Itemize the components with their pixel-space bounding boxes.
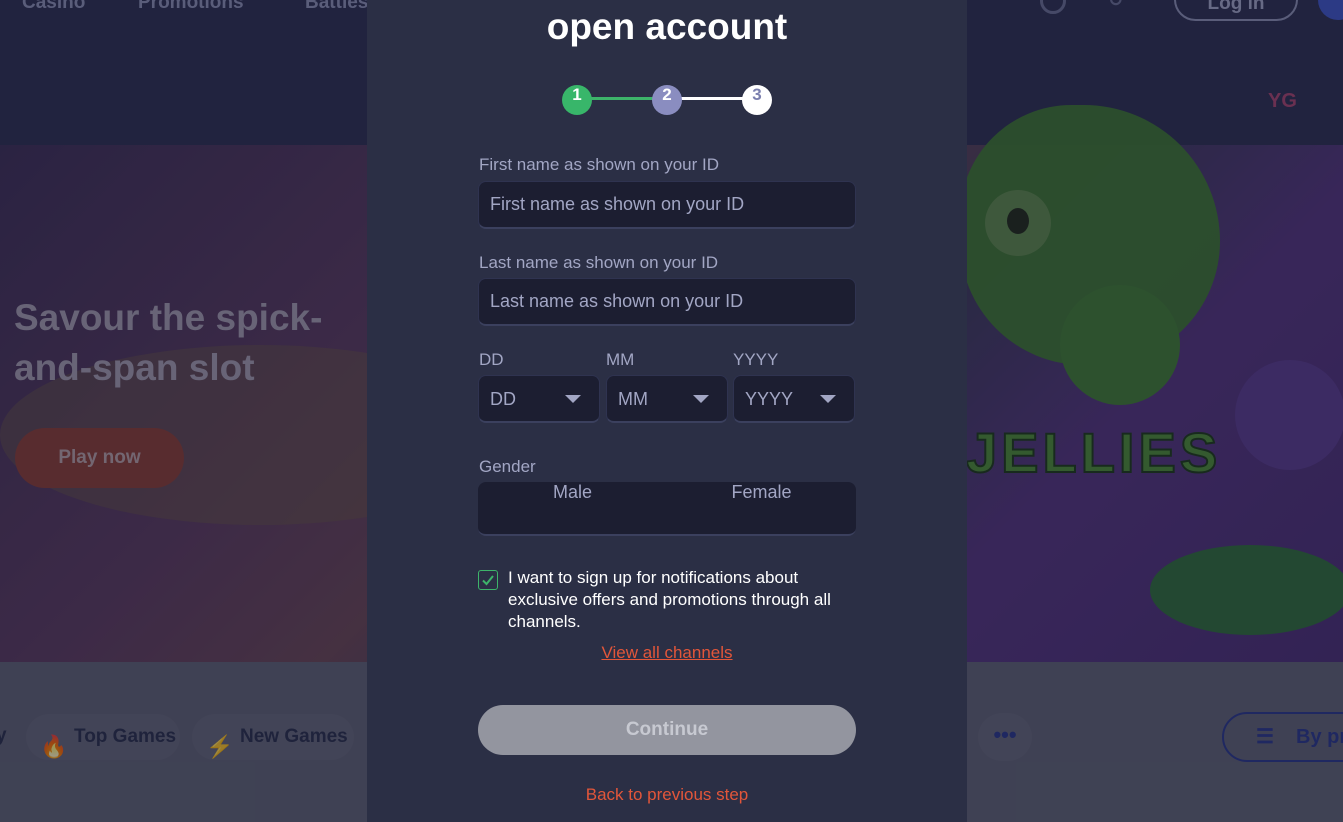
month-label: MM bbox=[606, 350, 635, 369]
month-select[interactable]: MM bbox=[606, 375, 728, 423]
step-1-indicator: 1 bbox=[562, 85, 592, 115]
last-name-input[interactable] bbox=[478, 278, 856, 326]
month-select-value: MM bbox=[618, 389, 648, 409]
year-select-value: YYYY bbox=[745, 389, 794, 409]
modal-title: open account bbox=[546, 6, 788, 47]
continue-button[interactable]: Continue bbox=[478, 705, 856, 755]
chevron-down-icon bbox=[565, 395, 581, 403]
step-3-indicator: 3 bbox=[742, 85, 772, 115]
notifications-checkbox[interactable] bbox=[478, 570, 498, 590]
progress-stepper: 1 2 3 bbox=[562, 85, 772, 115]
signup-modal: open account 1 2 3 First name as shown o… bbox=[367, 0, 967, 822]
first-name-input[interactable] bbox=[478, 181, 856, 229]
last-name-label: Last name as shown on your ID bbox=[479, 253, 719, 272]
back-to-previous-step-link[interactable]: Back to previous step bbox=[367, 785, 967, 805]
chevron-down-icon bbox=[693, 395, 709, 403]
year-label: YYYY bbox=[733, 350, 779, 369]
day-label: DD bbox=[479, 350, 504, 369]
stepper-line-upcoming bbox=[672, 97, 752, 100]
notifications-consent-text: I want to sign up for notifications abou… bbox=[508, 568, 831, 631]
step-2-indicator: 2 bbox=[652, 85, 682, 115]
gender-label: Gender bbox=[479, 457, 536, 476]
gender-female-option[interactable]: Female bbox=[667, 482, 856, 534]
chevron-down-icon bbox=[820, 395, 836, 403]
view-all-channels-link[interactable]: View all channels bbox=[367, 643, 967, 663]
day-select-value: DD bbox=[490, 389, 516, 409]
year-select[interactable]: YYYY bbox=[733, 375, 855, 423]
stepper-line-completed bbox=[582, 97, 662, 100]
first-name-label: First name as shown on your ID bbox=[479, 155, 719, 174]
gender-male-option[interactable]: Male bbox=[478, 482, 667, 534]
day-select[interactable]: DD bbox=[478, 375, 600, 423]
gender-toggle: Male Female bbox=[478, 482, 856, 536]
checkmark-icon bbox=[482, 575, 494, 586]
